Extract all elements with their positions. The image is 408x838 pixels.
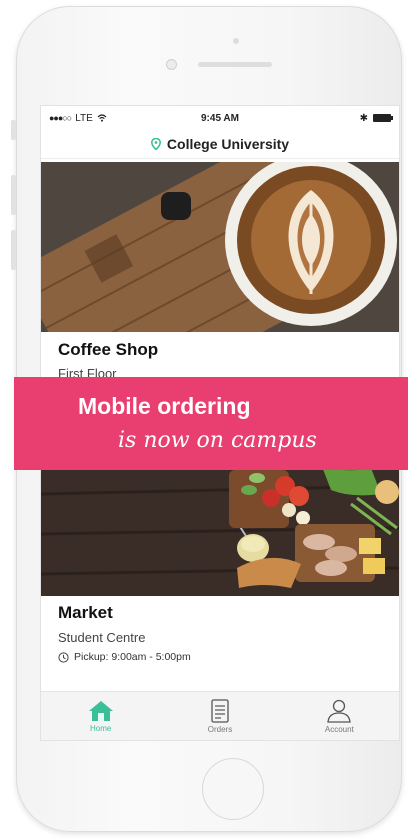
sensor-dot bbox=[233, 38, 239, 44]
clock-icon bbox=[58, 651, 69, 663]
location-name: College University bbox=[166, 136, 290, 152]
home-button[interactable] bbox=[202, 758, 264, 820]
mute-switch bbox=[11, 120, 16, 140]
location-selector[interactable]: College University bbox=[41, 130, 399, 159]
receipt-icon bbox=[211, 698, 229, 723]
front-camera bbox=[166, 59, 177, 70]
home-icon bbox=[88, 700, 113, 721]
promo-banner: Mobile ordering is now on campus bbox=[14, 377, 408, 470]
coffee-shop-image[interactable] bbox=[41, 162, 399, 332]
volume-down-button bbox=[11, 230, 16, 270]
person-icon bbox=[327, 699, 352, 723]
card-title[interactable]: Coffee Shop bbox=[58, 340, 158, 360]
tab-label: Account bbox=[324, 724, 354, 734]
tab-home[interactable]: Home bbox=[41, 692, 160, 740]
location-pin-icon bbox=[150, 138, 161, 150]
carrier-label: LTE bbox=[75, 112, 93, 124]
volume-up-button bbox=[11, 175, 16, 215]
tab-orders[interactable]: Orders bbox=[160, 692, 279, 740]
banner-headline: Mobile ordering bbox=[78, 393, 251, 419]
status-time: 9:45 AM bbox=[201, 112, 239, 124]
tab-bar: Home Orders Account bbox=[41, 691, 399, 740]
pickup-hours: Pickup: 9:00am - 5:00pm bbox=[58, 651, 191, 663]
status-bar: ●●●○○ LTE 9:45 AM ✱ bbox=[41, 106, 399, 130]
market-image[interactable] bbox=[41, 464, 399, 596]
tab-label: Home bbox=[89, 723, 112, 733]
wifi-icon bbox=[97, 114, 107, 122]
banner-tagline: is now on campus bbox=[118, 428, 317, 453]
tab-label: Orders bbox=[207, 724, 233, 734]
earpiece-speaker bbox=[198, 62, 272, 67]
pickup-text: Pickup: 9:00am - 5:00pm bbox=[74, 651, 191, 663]
tab-account[interactable]: Account bbox=[280, 692, 399, 740]
bluetooth-icon: ✱ bbox=[359, 112, 368, 124]
card-title[interactable]: Market bbox=[58, 603, 113, 623]
signal-icon: ●●●○○ bbox=[49, 113, 72, 123]
battery-icon bbox=[372, 114, 393, 122]
card-subtitle: Student Centre bbox=[58, 630, 146, 645]
